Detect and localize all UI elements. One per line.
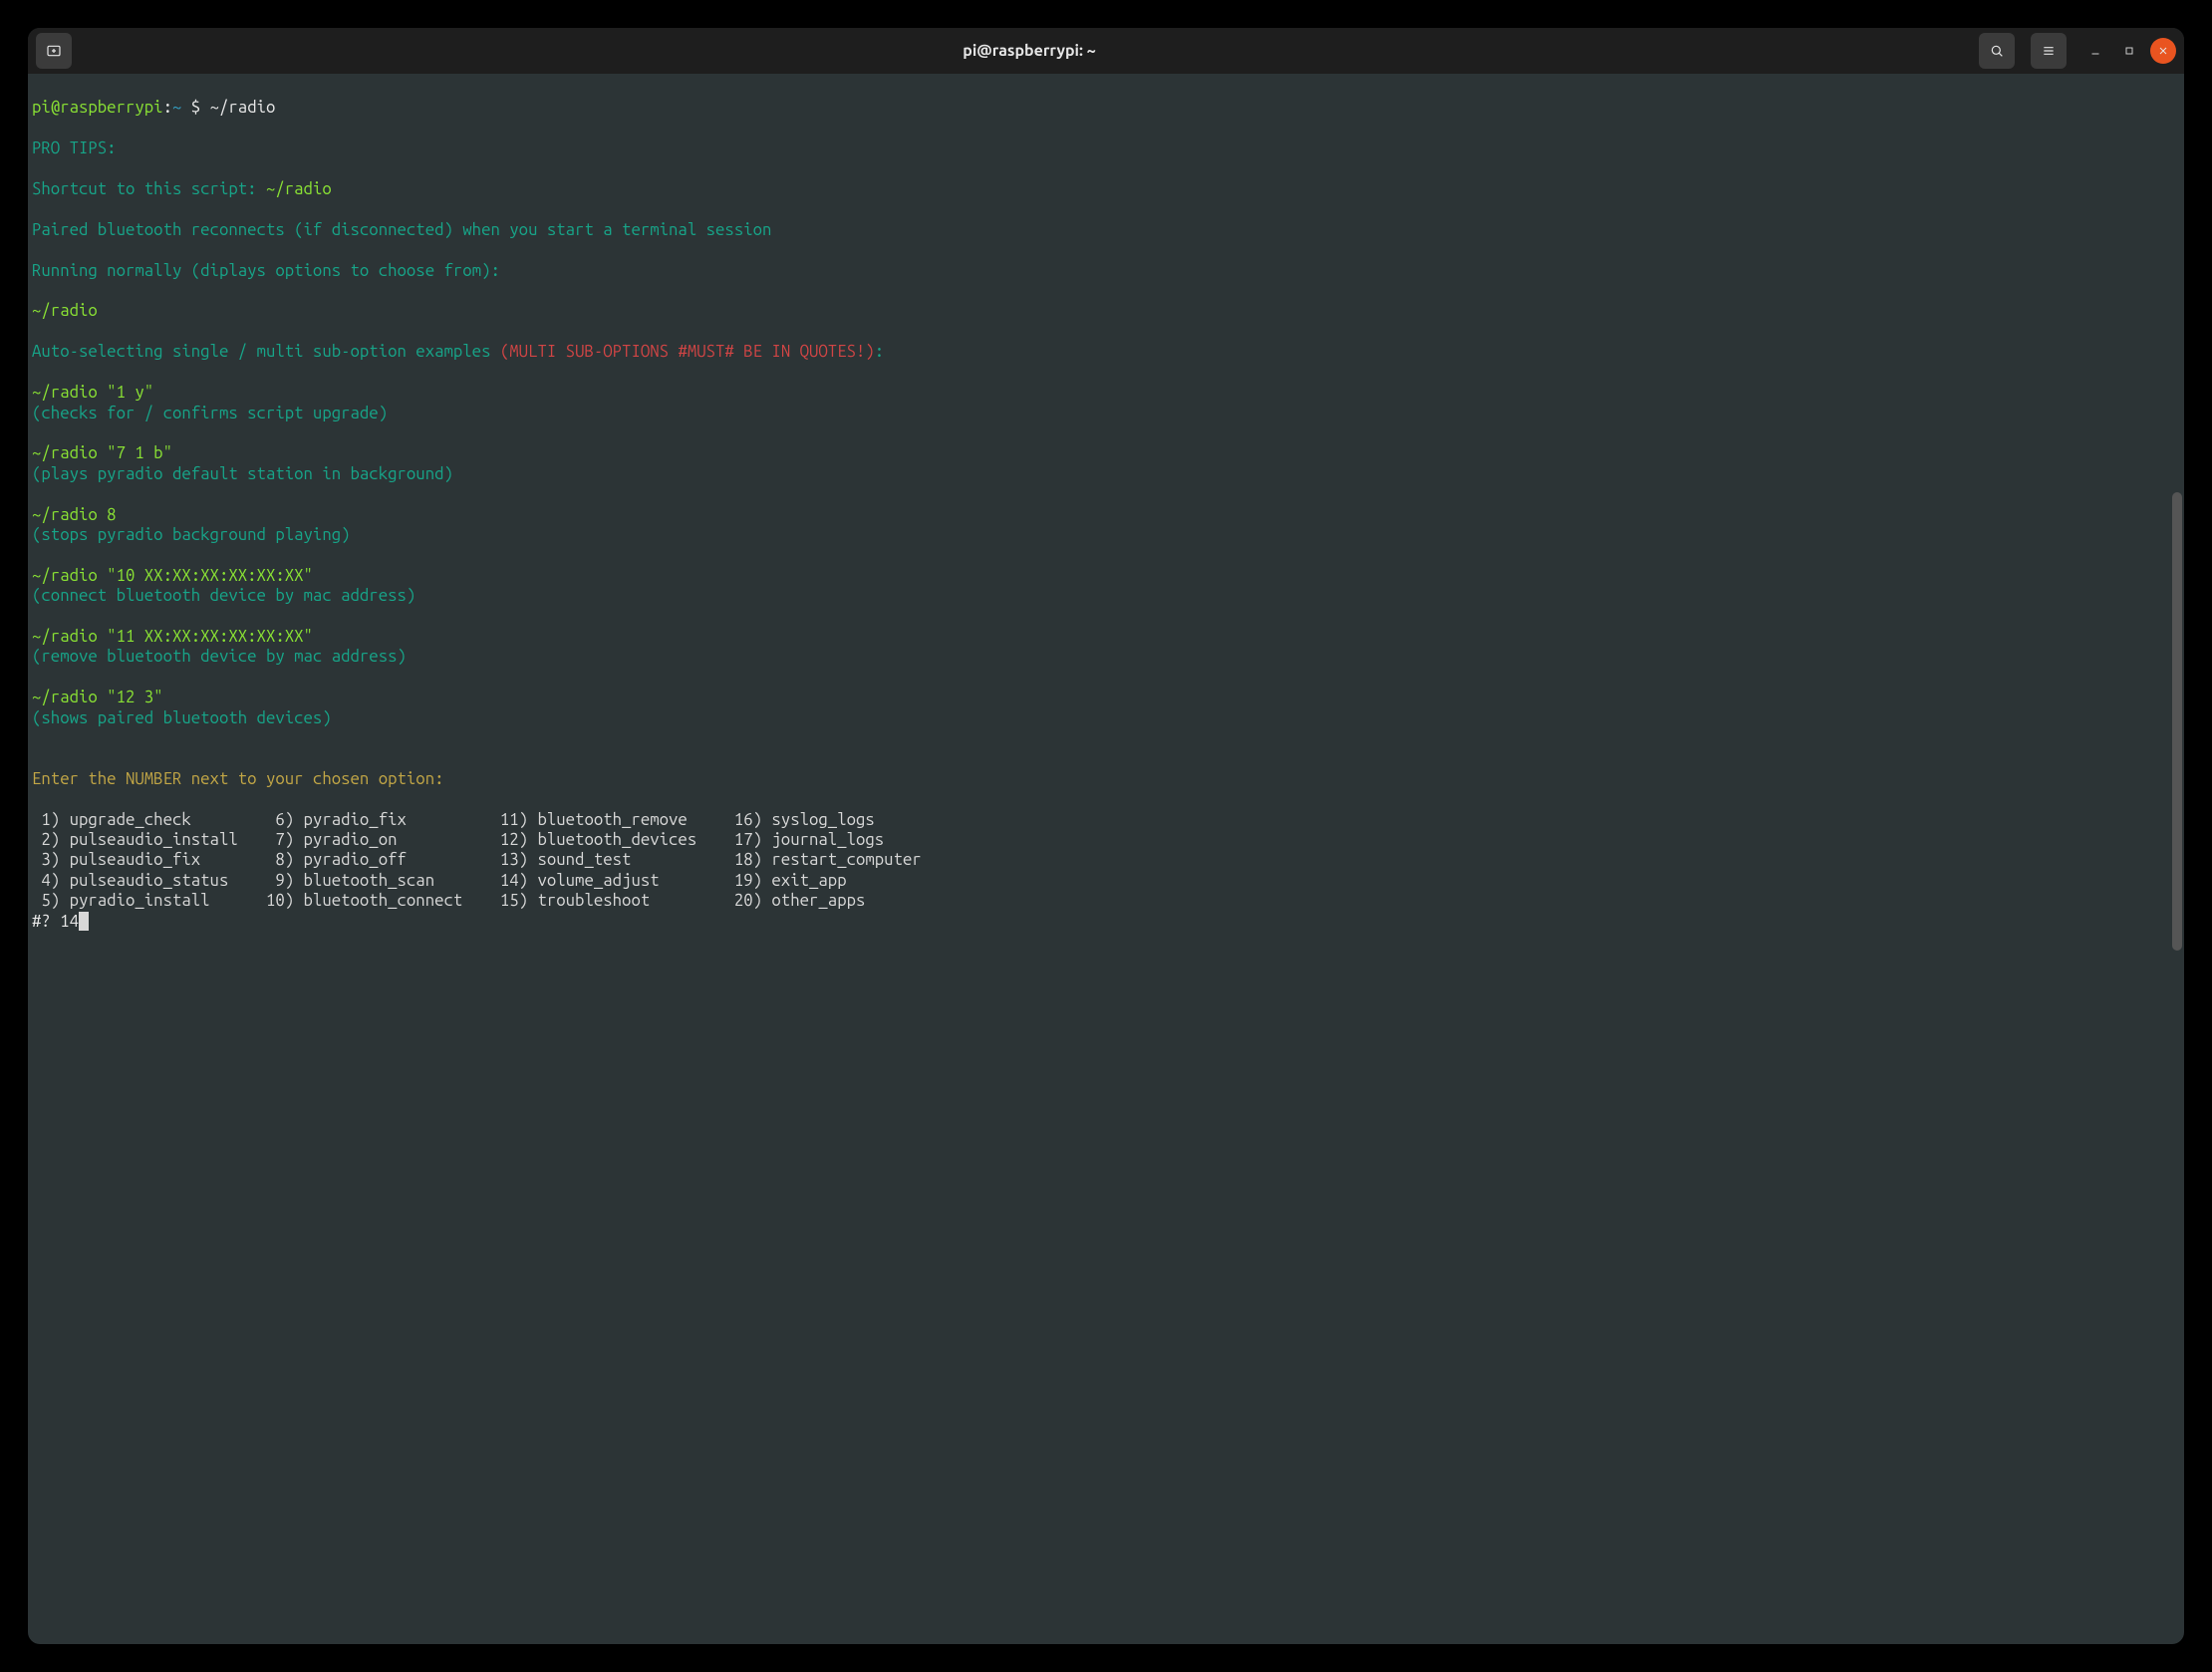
cursor-icon (79, 912, 89, 931)
ex2-desc: (plays pyradio default station in backgr… (32, 464, 453, 483)
tips-shortcut-label: Shortcut to this script: (32, 179, 266, 198)
prompt-colon: : (163, 98, 172, 117)
ex5-cmd: ~/radio "11 XX:XX:XX:XX:XX:XX" (32, 627, 313, 646)
prompt-command: ~/radio (210, 98, 276, 117)
menu-prompt: Enter the NUMBER next to your chosen opt… (32, 769, 444, 788)
window-title: pi@raspberrypi: ~ (80, 42, 1979, 60)
ex1-cmd: ~/radio "1 y" (32, 383, 153, 402)
hamburger-menu-button[interactable] (2031, 33, 2067, 69)
tips-run-normal-cmd: ~/radio (32, 301, 98, 320)
search-button[interactable] (1979, 33, 2015, 69)
titlebar: pi@raspberrypi: ~ (28, 28, 2184, 74)
minimize-button[interactable] (2082, 38, 2108, 64)
terminal-window: pi@raspberrypi: ~ pi@raspberrypi:~ $ ~/r… (28, 28, 2184, 1644)
tips-run-normal: Running normally (diplays options to cho… (32, 261, 500, 280)
tips-bt-reconnect: Paired bluetooth reconnects (if disconne… (32, 220, 771, 239)
prompt-dollar: $ (191, 98, 200, 117)
search-icon (1989, 43, 2005, 59)
scrollbar-thumb[interactable] (2172, 492, 2182, 951)
tips-heading: PRO TIPS: (32, 139, 117, 157)
tips-auto-label: Auto-selecting single / multi sub-option… (32, 342, 500, 361)
minimize-icon (2089, 45, 2101, 57)
maximize-icon (2123, 45, 2135, 57)
ex2-cmd: ~/radio "7 1 b" (32, 443, 172, 462)
ex6-cmd: ~/radio "12 3" (32, 688, 163, 706)
prompt-path: ~ (172, 98, 181, 117)
input-value[interactable]: 14 (60, 912, 79, 931)
close-icon (2157, 45, 2169, 57)
ex1-desc: (checks for / confirms script upgrade) (32, 404, 388, 422)
ex5-desc: (remove bluetooth device by mac address) (32, 647, 407, 666)
tips-auto-warn: (MULTI SUB-OPTIONS #MUST# BE IN QUOTES!) (500, 342, 875, 361)
tips-auto-colon: : (875, 342, 884, 361)
menu-options: 1) upgrade_check 6) pyradio_fix 11) blue… (32, 810, 922, 911)
ex3-cmd: ~/radio 8 (32, 505, 117, 524)
terminal-viewport[interactable]: pi@raspberrypi:~ $ ~/radio PRO TIPS: Sho… (28, 74, 2184, 1644)
ex4-cmd: ~/radio "10 XX:XX:XX:XX:XX:XX" (32, 566, 313, 585)
close-button[interactable] (2150, 38, 2176, 64)
ex3-desc: (stops pyradio background playing) (32, 525, 351, 544)
new-tab-button[interactable] (36, 33, 72, 69)
menu-icon (2041, 43, 2057, 59)
prompt-userhost: pi@raspberrypi (32, 98, 163, 117)
input-prompt: #? (32, 912, 60, 931)
maximize-button[interactable] (2116, 38, 2142, 64)
ex4-desc: (connect bluetooth device by mac address… (32, 586, 415, 605)
ex6-desc: (shows paired bluetooth devices) (32, 708, 332, 727)
tips-shortcut-cmd: ~/radio (266, 179, 332, 198)
